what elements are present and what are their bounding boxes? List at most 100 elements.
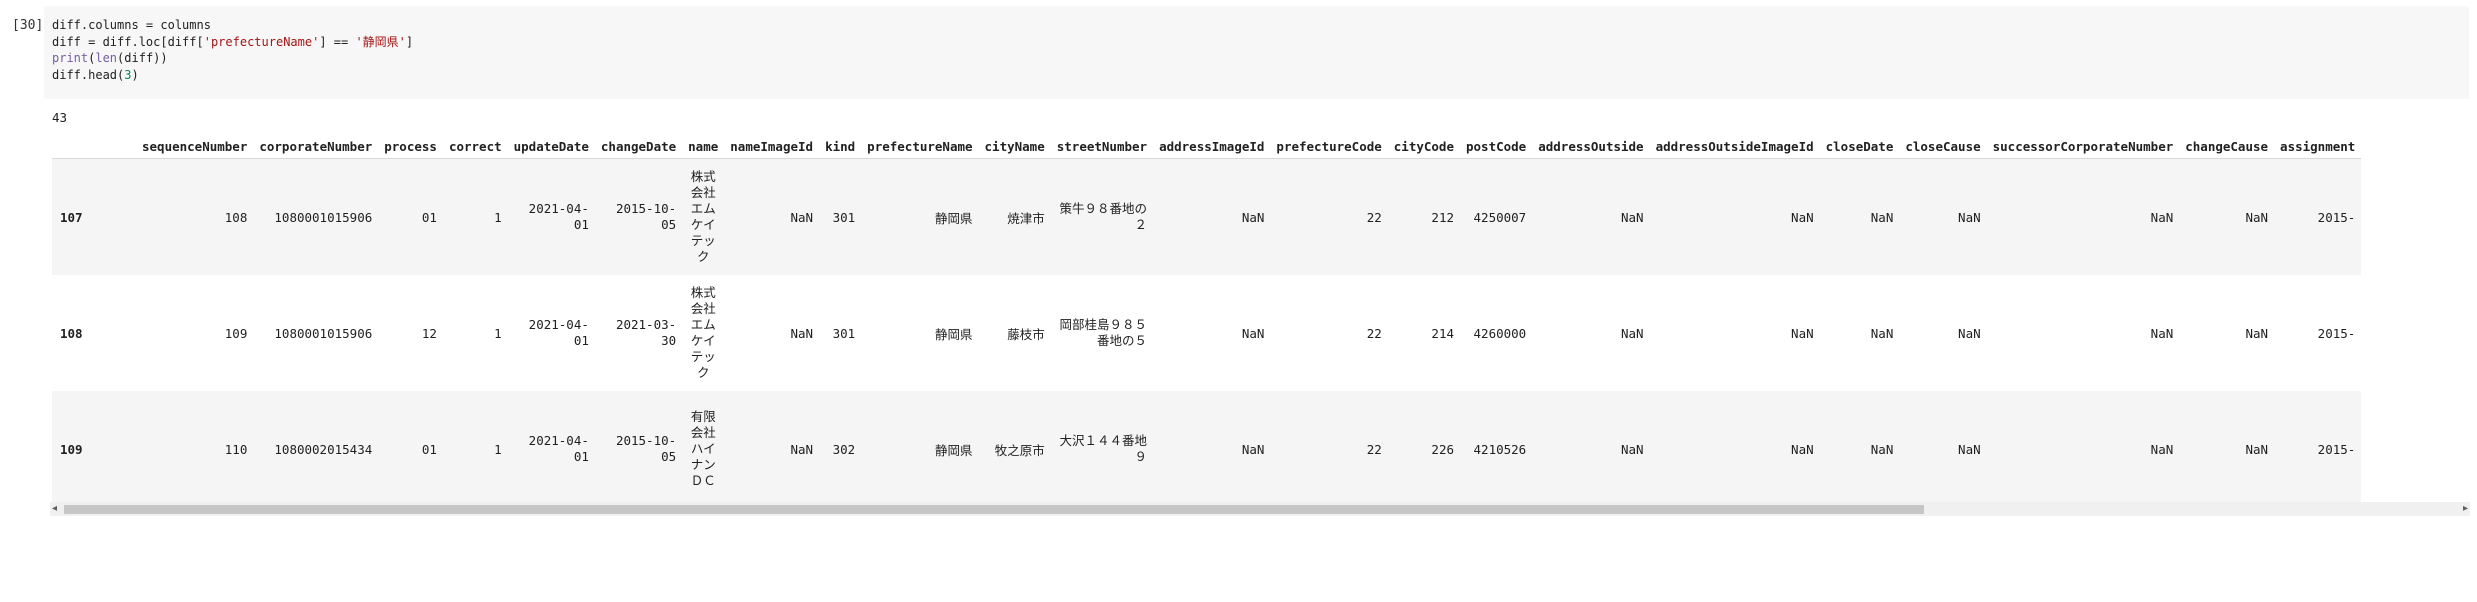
dataframe-output: sequenceNumber corporateNumber process corr…: [52, 132, 2477, 602]
column-header: cityCode: [1387, 132, 1460, 159]
table-cell: 212: [1431, 209, 1454, 225]
table-cell: NaN: [1241, 441, 1265, 457]
table-cell: 静岡県: [935, 442, 973, 458]
table-cell: NaN: [1241, 209, 1265, 225]
table-cell: NaN: [1870, 209, 1894, 225]
cell-text: 2021-04-01: [528, 201, 589, 232]
table-cell: NaN: [2245, 209, 2269, 225]
column-header: name: [682, 132, 725, 159]
table-cell: 01: [421, 209, 437, 225]
table-cell: 226: [1431, 441, 1454, 457]
table-cell: NaN: [2150, 325, 2174, 341]
column-header: addressOutside: [1532, 132, 1650, 159]
cell-text: 株式会社エムケイテック: [690, 169, 716, 264]
table-cell: 2015-: [2317, 325, 2356, 341]
table-cell: 2021-04-01: [508, 391, 595, 507]
table-cell: 01: [421, 441, 437, 457]
table-cell: 4260000: [1473, 325, 1527, 341]
table-cell: 大沢１４４番地９: [1051, 391, 1153, 507]
cell-text: 有限会社ハイナンＤＣ: [690, 409, 716, 488]
column-header: process: [378, 132, 443, 159]
table-cell: 静岡県: [935, 210, 973, 226]
table-cell: 109: [224, 325, 248, 341]
code-text[interactable]: diff.columns = columns diff = diff.loc[di…: [52, 17, 413, 83]
scroll-left-icon[interactable]: ◂: [52, 503, 57, 514]
table-cell: NaN: [2150, 441, 2174, 457]
table-cell: NaN: [1621, 209, 1644, 225]
table-cell: 22: [1366, 209, 1382, 225]
column-header: closeCause: [1899, 132, 1987, 159]
table-cell: 1: [494, 209, 502, 225]
column-header: kind: [819, 132, 862, 159]
column-header: correct: [442, 132, 508, 159]
table-cell: 108: [224, 209, 248, 225]
table-cell: NaN: [1958, 325, 1981, 341]
table-cell: NaN: [2245, 441, 2269, 457]
table-row: 109 110 1080002015434 01 1 2021-04-01 2015-10-…: [52, 391, 2362, 507]
table-cell: 302: [832, 441, 856, 457]
table-cell: 牧之原市: [994, 442, 1045, 458]
column-header: addressOutsideImageId: [1649, 132, 1820, 159]
table-cell: 301: [832, 209, 856, 225]
table-cell: 4250007: [1473, 209, 1527, 225]
cell-text: 2021-04-01: [528, 433, 589, 464]
table-cell: 1080001015906: [274, 209, 373, 225]
code-line[interactable]: print(len(diff)): [52, 50, 413, 67]
table-cell: 214: [1431, 325, 1454, 341]
table-cell: 1: [494, 441, 502, 457]
cell-text: 株式会社エムケイテック: [690, 285, 716, 380]
table-cell: NaN: [1791, 209, 1814, 225]
table-cell: NaN: [1870, 441, 1894, 457]
table-cell: NaN: [1791, 441, 1814, 457]
column-header: changeCause: [2179, 132, 2275, 159]
printed-output: 43: [52, 110, 68, 125]
code-line[interactable]: diff = diff.loc[diff['prefectureName'] =…: [52, 34, 413, 51]
cell-text: 2021-04-01: [528, 317, 589, 348]
cell-text: 岡部桂島９８５番地の５: [1059, 317, 1148, 348]
table-cell: 2015-: [2317, 209, 2356, 225]
column-header: prefectureName: [861, 132, 979, 159]
horizontal-scrollbar[interactable]: ◂ ▸: [50, 502, 2470, 516]
table-cell: 2021-04-01: [508, 275, 595, 391]
table-cell: NaN: [1958, 209, 1981, 225]
column-header: updateDate: [507, 132, 595, 159]
column-header: nameImageId: [724, 132, 820, 159]
table-cell: NaN: [2245, 325, 2269, 341]
table-cell: 1: [494, 325, 502, 341]
execution-count: [30]: [12, 18, 44, 33]
table-cell: 1080001015906: [274, 325, 373, 341]
column-header: corporateNumber: [253, 132, 379, 159]
table-cell: 有限会社ハイナンＤＣ: [682, 391, 724, 507]
column-header: changeDate: [594, 132, 683, 159]
code-line[interactable]: diff.columns = columns: [52, 17, 413, 34]
table-cell: NaN: [1241, 325, 1265, 341]
column-header: addressImageId: [1153, 132, 1271, 159]
table-cell: 12: [421, 325, 437, 341]
table-header-row: sequenceNumber corporateNumber process corr…: [52, 132, 2362, 159]
table-row: 108 109 1080001015906 12 1 2021-04-01 2021-03-…: [52, 275, 2361, 391]
table-cell: 22: [1366, 325, 1382, 341]
table-cell: 藤枝市: [1007, 326, 1045, 342]
cell-text: 2021-03-30: [615, 317, 677, 348]
table-cell: 2015-10-05: [595, 391, 682, 507]
table-cell: 22: [1366, 441, 1382, 457]
table-cell: 2021-04-01: [508, 159, 595, 276]
dataframe-table: sequenceNumber corporateNumber process corr…: [52, 132, 2362, 507]
code-line[interactable]: diff.head(3): [52, 67, 413, 84]
code-editor[interactable]: diff.columns = columns diff = diff.loc[di…: [44, 6, 2469, 99]
scroll-right-icon[interactable]: ▸: [2463, 503, 2468, 514]
table-cell: NaN: [1958, 441, 1981, 457]
table-cell: NaN: [790, 441, 814, 457]
table-cell: 4210526: [1473, 441, 1527, 457]
table-cell: 策牛９８番地の２: [1051, 159, 1153, 276]
column-header: streetNumber: [1050, 132, 1154, 159]
table-cell: NaN: [1621, 325, 1644, 341]
table-cell: 2021-03-30: [595, 275, 682, 391]
table-cell: 株式会社エムケイテック: [682, 159, 724, 276]
table-cell: NaN: [790, 325, 814, 341]
index-header: [52, 132, 136, 159]
column-header: cityName: [978, 132, 1051, 159]
column-header: prefectureCode: [1270, 132, 1388, 159]
scrollbar-thumb[interactable]: [64, 505, 1924, 514]
table-cell: 2015-: [2317, 441, 2356, 457]
